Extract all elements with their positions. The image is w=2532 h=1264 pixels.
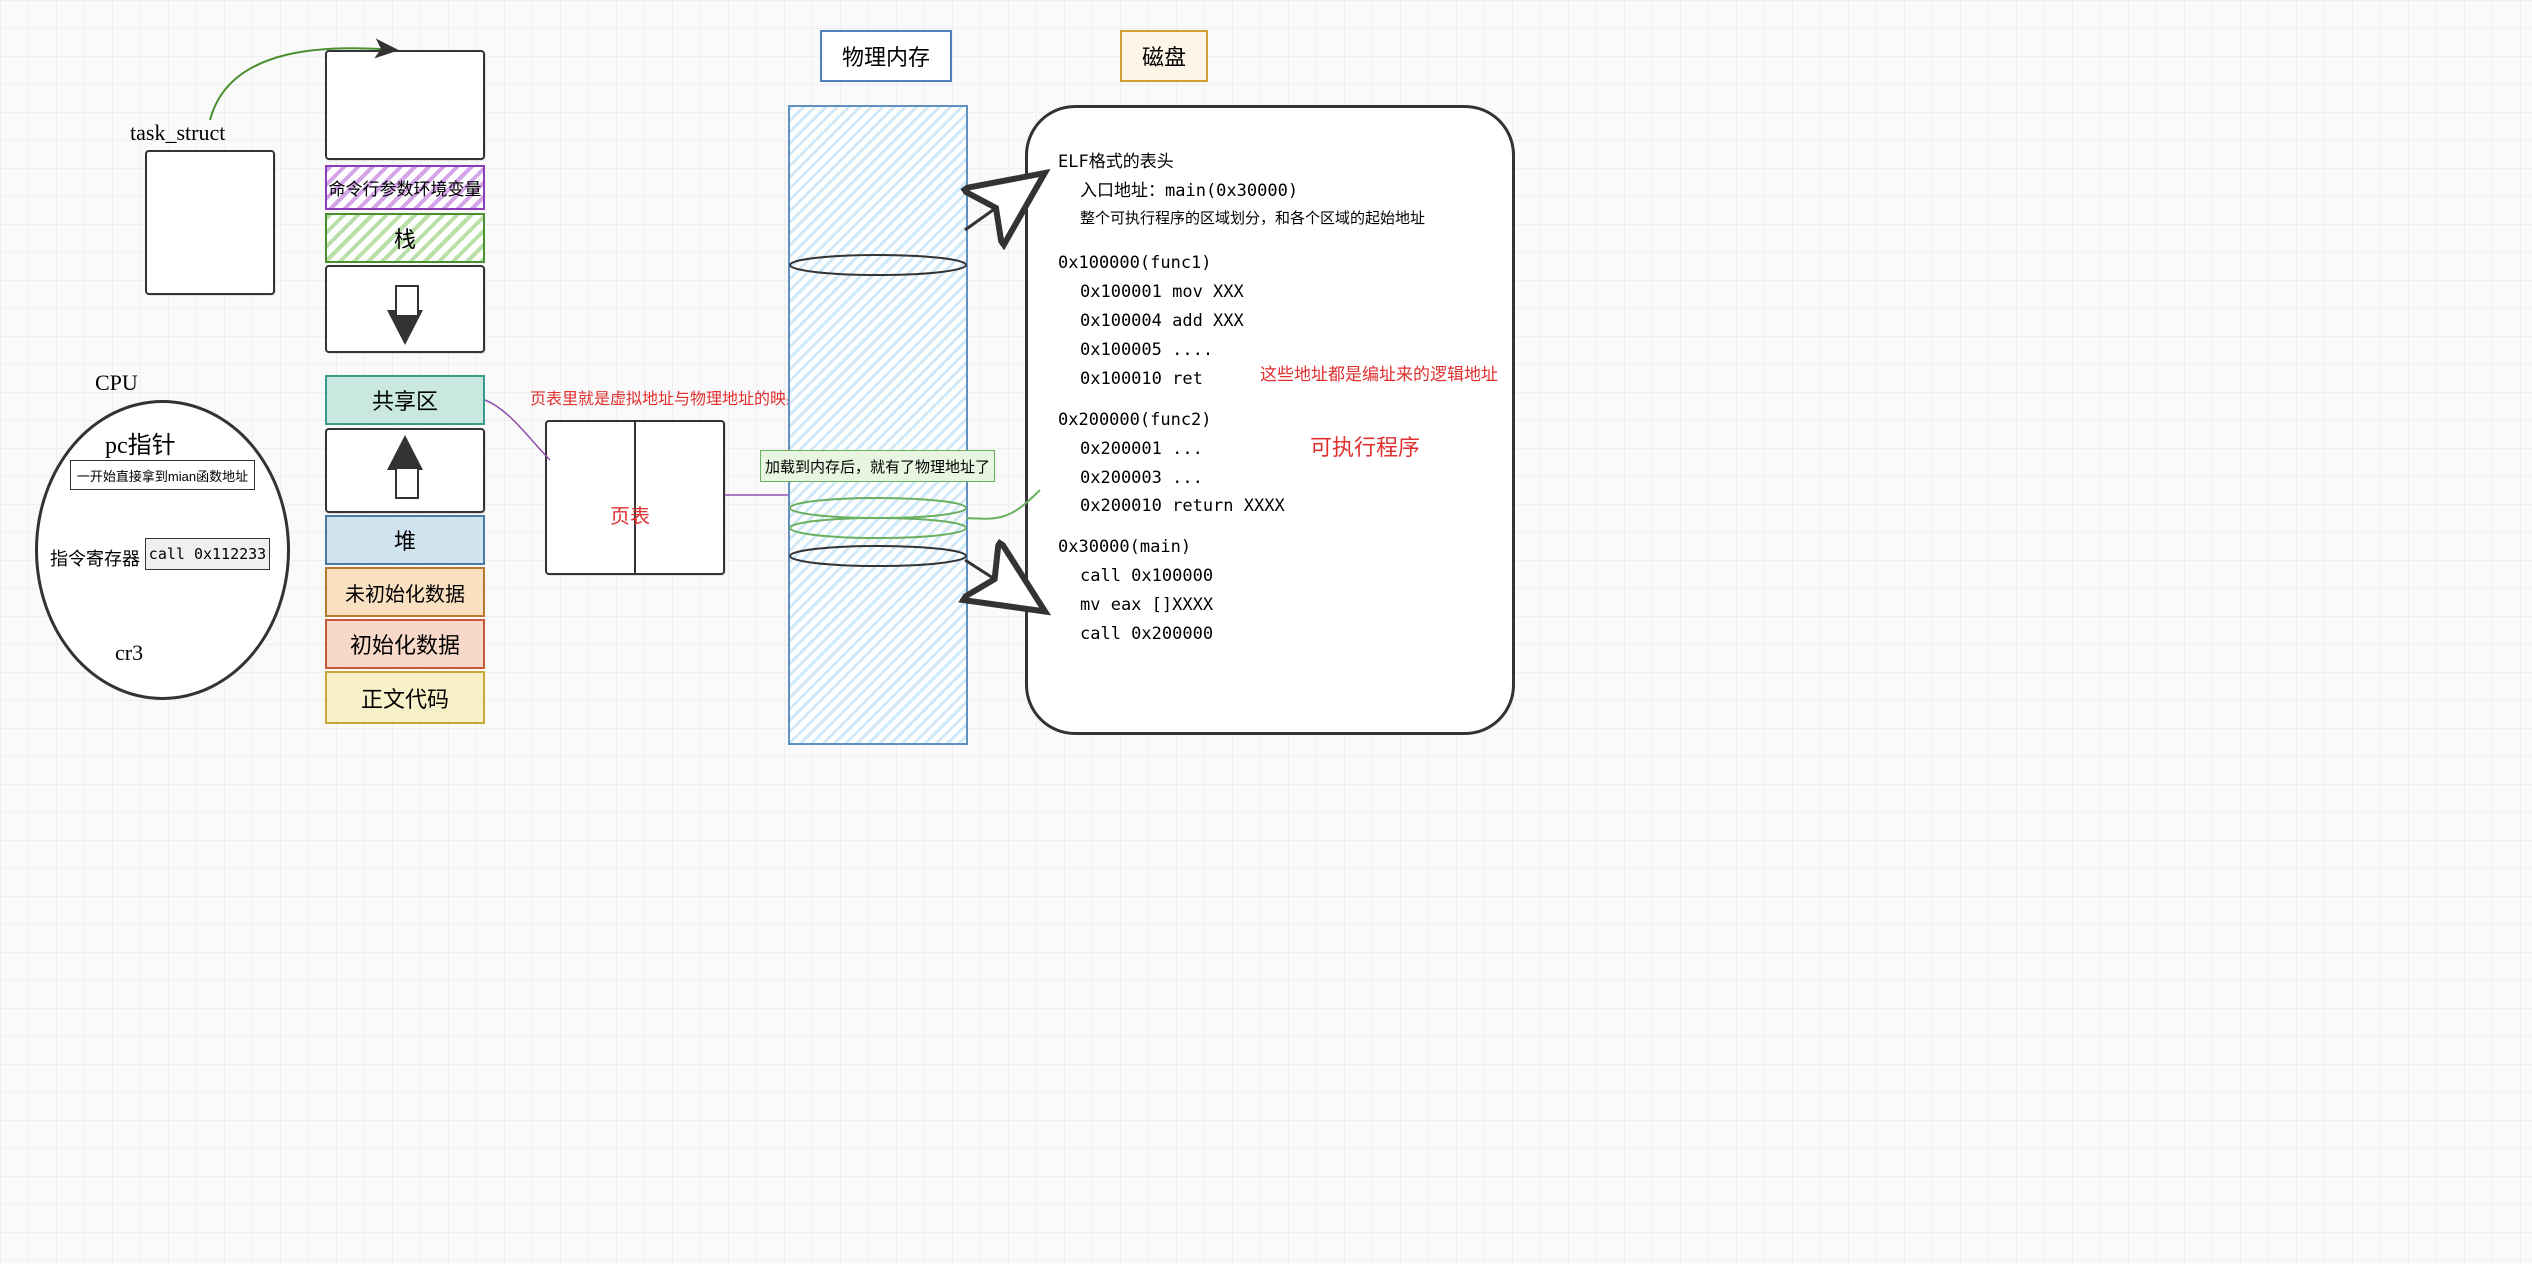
cr3-label: cr3 <box>115 640 143 666</box>
arrow-up-icon <box>387 435 423 470</box>
page-table-note: 页表里就是虚拟地址与物理地址的映射 <box>530 385 802 409</box>
elf-header: ELF格式的表头 <box>1058 148 1482 177</box>
pc-pointer-label: pc指针 <box>105 425 176 460</box>
vmem-cmdline-env: 命令行参数环境变量 <box>325 165 485 210</box>
vmem-shared: 共享区 <box>325 375 485 425</box>
vmem-heap: 堆 <box>325 515 485 565</box>
func2-l3: 0x200010 return XXXX <box>1080 492 1482 521</box>
physmem-column <box>788 105 968 745</box>
main-l2: mv eax []XXXX <box>1080 591 1482 620</box>
disk-header: 磁盘 <box>1120 30 1208 82</box>
ir-label: 指令寄存器 <box>50 545 140 571</box>
disk-note-logical: 这些地址都是编址来的逻辑地址 <box>1260 360 1498 385</box>
vmem-top-box <box>325 50 485 160</box>
cpu-title: CPU <box>95 370 138 396</box>
page-table-divider <box>634 420 636 575</box>
physmem-header: 物理内存 <box>820 30 952 82</box>
vmem-bss: 未初始化数据 <box>325 567 485 617</box>
arrow-down-icon <box>387 310 423 345</box>
func2-l2: 0x200003 ... <box>1080 464 1482 493</box>
task-struct-box <box>145 150 275 295</box>
func1-l1: 0x100001 mov XXX <box>1080 278 1482 307</box>
vmem-text: 正文代码 <box>325 671 485 724</box>
vmem-stack-grow <box>325 265 485 353</box>
disk-note-exec: 可执行程序 <box>1310 430 1420 462</box>
func1-l2: 0x100004 add XXX <box>1080 307 1482 336</box>
task-struct-label: task_struct <box>130 120 225 146</box>
ir-value-box: call 0x112233 <box>145 538 270 570</box>
func2-l1: 0x200001 ... <box>1080 435 1482 464</box>
elf-entry: 入口地址：main(0x30000) <box>1080 177 1482 206</box>
vmem-data: 初始化数据 <box>325 619 485 669</box>
physmem-note: 加载到内存后，就有了物理地址了 <box>760 450 995 482</box>
page-table-title: 页表 <box>610 500 650 529</box>
vmem-stack: 栈 <box>325 213 485 263</box>
main-head: 0x30000(main) <box>1058 533 1482 562</box>
elf-layout: 整个可执行程序的区域划分，和各个区域的起始地址 <box>1080 206 1482 232</box>
main-l3: call 0x200000 <box>1080 620 1482 649</box>
pc-note-box: 一开始直接拿到mian函数地址 <box>70 460 255 490</box>
disk-panel: ELF格式的表头 入口地址：main(0x30000) 整个可执行程序的区域划分… <box>1025 105 1515 735</box>
func1-head: 0x100000(func1) <box>1058 249 1482 278</box>
main-l1: call 0x100000 <box>1080 562 1482 591</box>
vmem-heap-grow <box>325 428 485 513</box>
